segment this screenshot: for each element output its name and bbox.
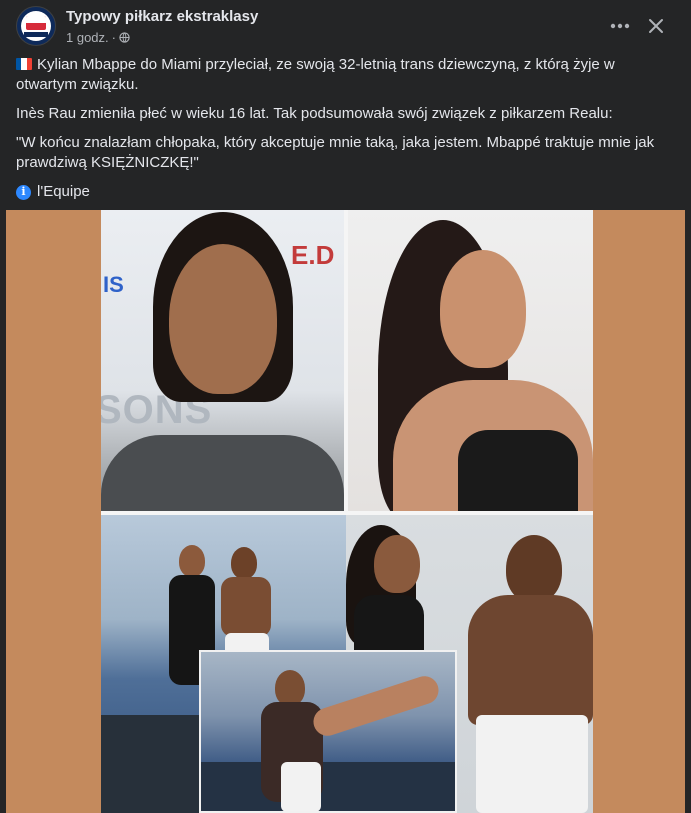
more-options-button[interactable] xyxy=(604,10,636,42)
close-button[interactable] xyxy=(640,10,672,42)
page-name-link[interactable]: Typowy piłkarz ekstraklasy xyxy=(66,8,258,25)
france-flag-icon xyxy=(16,58,32,70)
post-timestamp[interactable]: 1 godz. xyxy=(66,30,109,45)
watermark-left: IS xyxy=(103,272,124,297)
page-avatar[interactable] xyxy=(16,6,56,46)
source-label: l'Equipe xyxy=(37,183,90,200)
photo-collage: IS E.D SONS xyxy=(101,210,593,813)
globe-icon[interactable] xyxy=(119,32,130,43)
close-icon xyxy=(649,19,663,33)
photo-portrait-man: IS E.D SONS xyxy=(101,210,344,511)
post-meta: 1 godz. · xyxy=(66,30,130,45)
meta-separator: · xyxy=(111,30,116,45)
watermark-right: E.D xyxy=(291,240,335,270)
post-text: Kylian Mbappe do Miami przyleciał, ze sw… xyxy=(16,55,671,211)
post-paragraph-3: "W końcu znalazłam chłopaka, który akcep… xyxy=(16,134,655,171)
info-icon: i xyxy=(16,184,31,200)
post-header: Typowy piłkarz ekstraklasy 1 godz. · xyxy=(0,0,691,52)
post-paragraph-1: Kylian Mbappe do Miami przyleciał, ze sw… xyxy=(16,56,615,93)
photo-couple-carry xyxy=(199,650,457,813)
post-source: i l'Equipe xyxy=(16,182,671,202)
photo-portrait-woman xyxy=(348,210,593,511)
post-paragraph-2: Inès Rau zmieniła płeć w wieku 16 lat. T… xyxy=(16,105,613,122)
more-icon xyxy=(610,23,630,29)
post-image[interactable]: IS E.D SONS xyxy=(6,210,685,813)
